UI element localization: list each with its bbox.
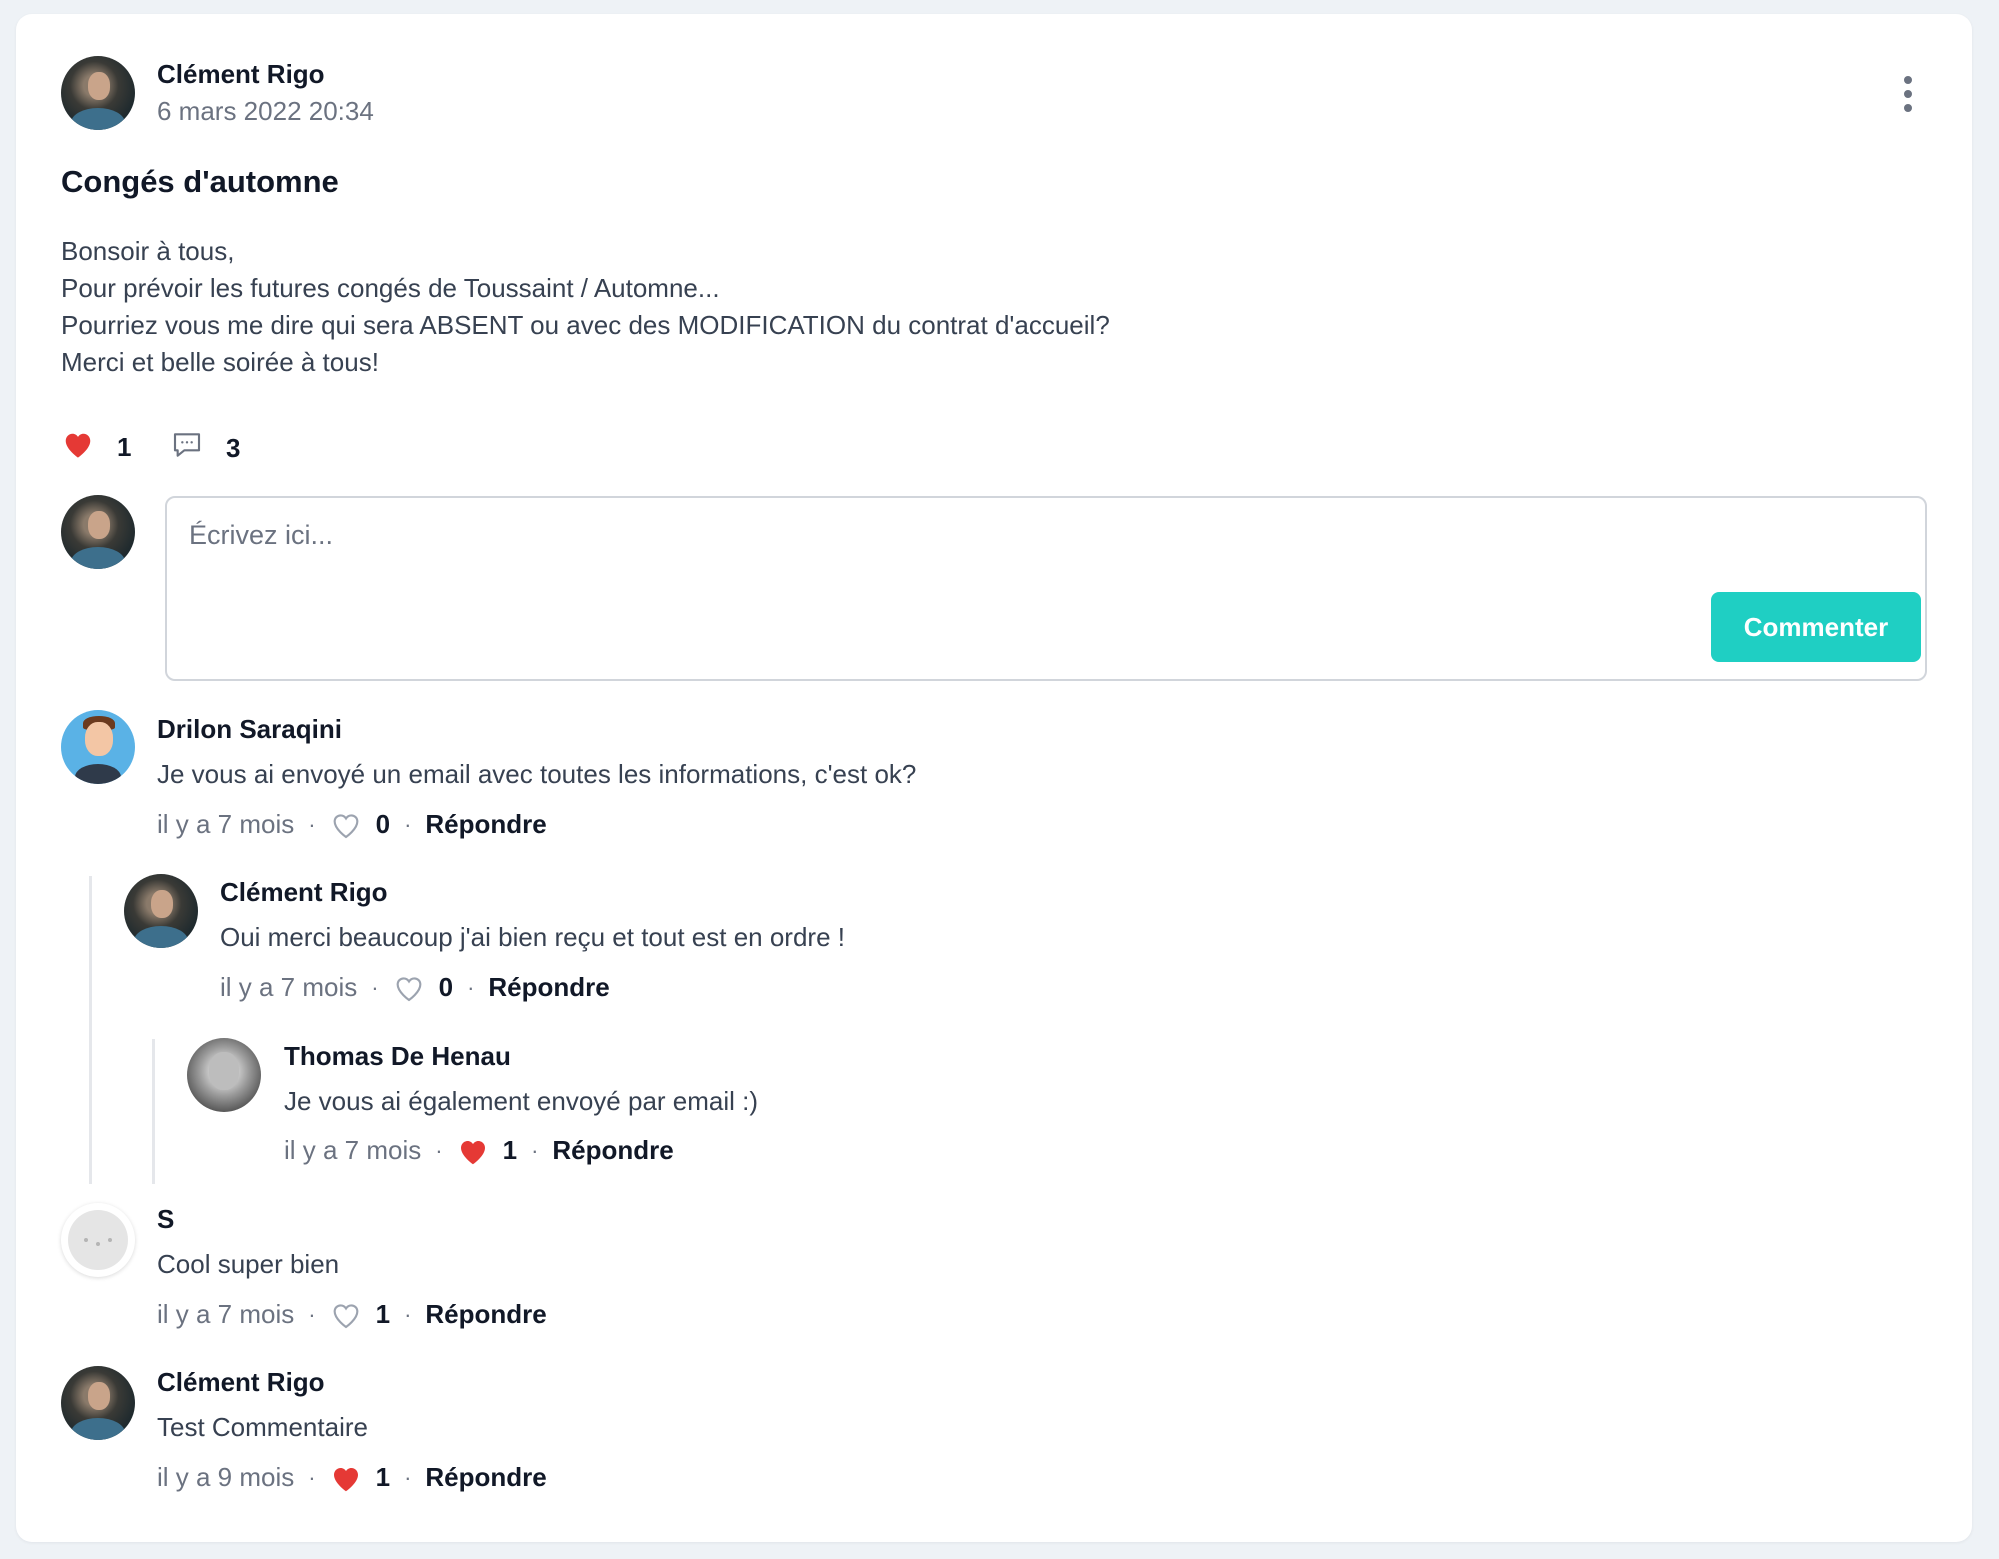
comment-like-count: 0 (375, 809, 391, 839)
thread-line (89, 876, 92, 1184)
post-comment-count: 3 (226, 433, 241, 463)
comment-time: il y a 7 mois (284, 1135, 422, 1165)
comment-text: Je vous ai également envoyé par email :) (284, 1086, 759, 1116)
separator-dot: · (404, 1301, 412, 1327)
heart-filled-icon[interactable] (61, 429, 95, 466)
comment-like-count: 1 (375, 1462, 391, 1492)
comment-like-count: 1 (375, 1299, 391, 1329)
comment-author-name[interactable]: Clément Rigo (157, 1367, 325, 1398)
heart-outline-icon[interactable] (393, 973, 425, 1003)
post-author-name[interactable]: Clément Rigo (157, 59, 325, 90)
comment-meta: il y a 7 mois · 0 · Répondre (220, 972, 610, 1003)
current-user-avatar (61, 495, 135, 569)
comment-bubble-icon[interactable] (170, 429, 204, 468)
separator-dot: · (308, 811, 316, 837)
reply-button[interactable]: Répondre (425, 809, 546, 840)
separator-dot: · (308, 1464, 316, 1490)
thread-line (152, 1039, 155, 1184)
comment-author-name[interactable]: Clément Rigo (220, 877, 388, 908)
post-comment-stat: 3 (170, 429, 240, 468)
heart-filled-icon[interactable] (330, 1463, 362, 1493)
separator-dot: · (371, 974, 379, 1000)
comment-like-count: 1 (502, 1135, 518, 1165)
post-date: 6 mars 2022 20:34 (157, 96, 374, 126)
reply-button[interactable]: Répondre (425, 1462, 546, 1493)
heart-outline-icon[interactable] (330, 1300, 362, 1330)
comment-text: Test Commentaire (157, 1412, 368, 1442)
comment-text: Oui merci beaucoup j'ai bien reçu et tou… (220, 922, 845, 952)
heart-outline-icon[interactable] (330, 810, 362, 840)
comment-time: il y a 9 mois (157, 1462, 295, 1492)
comment-time: il y a 7 mois (220, 972, 358, 1002)
comment-meta: il y a 7 mois · 0 · Répondre (157, 809, 547, 840)
post-body-line: Pour prévoir les futures congés de Touss… (61, 273, 720, 303)
comment-submit-button[interactable]: Commenter (1711, 592, 1921, 662)
comment-text: Cool super bien (157, 1249, 340, 1279)
comment-time: il y a 7 mois (157, 809, 295, 839)
commenter-avatar[interactable] (187, 1038, 261, 1112)
post-card: Clément Rigo 6 mars 2022 20:34 Congés d'… (16, 14, 1972, 1542)
separator-dot: · (531, 1137, 539, 1163)
post-body-line: Pourriez vous me dire qui sera ABSENT ou… (61, 310, 1110, 340)
separator-dot: · (308, 1301, 316, 1327)
comment-meta: il y a 9 mois · 1 · Répondre (157, 1462, 547, 1493)
author-avatar[interactable] (61, 56, 135, 130)
reply-button[interactable]: Répondre (425, 1299, 546, 1330)
comment-author-name[interactable]: Thomas De Henau (284, 1041, 511, 1072)
comment-meta: il y a 7 mois · 1 · Répondre (157, 1299, 547, 1330)
separator-dot: · (435, 1137, 443, 1163)
post-body: Bonsoir à tous, Pour prévoir les futures… (61, 233, 1110, 381)
post-body-line: Merci et belle soirée à tous! (61, 347, 379, 377)
commenter-avatar[interactable] (61, 1366, 135, 1440)
commenter-avatar[interactable] (61, 1203, 135, 1277)
reply-button[interactable]: Répondre (488, 972, 609, 1003)
commenter-avatar[interactable] (124, 874, 198, 948)
heart-filled-icon[interactable] (457, 1136, 489, 1166)
comment-author-name[interactable]: S (157, 1204, 174, 1235)
separator-dot: · (404, 811, 412, 837)
post-title: Congés d'automne (61, 164, 339, 199)
comment-text: Je vous ai envoyé un email avec toutes l… (157, 759, 917, 789)
post-like-stat: 1 (61, 429, 131, 466)
post-body-line: Bonsoir à tous, (61, 236, 235, 266)
more-options-icon[interactable] (1898, 76, 1918, 120)
comment-meta: il y a 7 mois · 1 · Répondre (284, 1135, 674, 1166)
comment-input[interactable] (189, 520, 1789, 580)
comment-composer: Commenter (165, 496, 1927, 681)
comment-like-count: 0 (438, 972, 454, 1002)
reply-button[interactable]: Répondre (552, 1135, 673, 1166)
commenter-avatar[interactable] (61, 710, 135, 784)
separator-dot: · (404, 1464, 412, 1490)
comment-time: il y a 7 mois (157, 1299, 295, 1329)
post-like-count: 1 (117, 432, 132, 462)
separator-dot: · (467, 974, 475, 1000)
comment-author-name[interactable]: Drilon Saraqini (157, 714, 342, 745)
